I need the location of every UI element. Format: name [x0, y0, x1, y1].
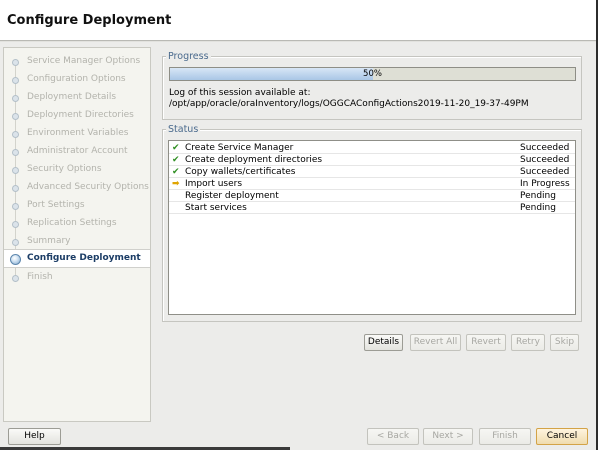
revert-button[interactable]: Revert [466, 334, 506, 351]
finish-button[interactable]: Finish [479, 428, 531, 445]
status-list: ✔ Create Service Manager Succeeded ✔ Create… [168, 140, 576, 315]
status-row: Start services Pending [169, 202, 575, 214]
steps-sidebar: Service Manager Options Configuration Op… [3, 47, 151, 422]
check-icon: ✔ [172, 155, 180, 165]
help-button[interactable]: Help [8, 428, 61, 445]
back-button[interactable]: < Back [367, 428, 419, 445]
step-dot-icon [12, 221, 19, 228]
step-environment-variables: Environment Variables [4, 125, 150, 142]
step-advanced-security-options: Advanced Security Options [4, 179, 150, 196]
retry-button[interactable]: Retry [511, 334, 545, 351]
step-dot-icon [12, 77, 19, 84]
status-row: ✔ Create deployment directories Succeeded [169, 154, 575, 166]
header-divider [0, 41, 596, 42]
progress-bar: 50% [169, 67, 576, 81]
revert-all-button[interactable]: Revert All [410, 334, 461, 351]
page-title: Configure Deployment [7, 13, 172, 28]
next-button[interactable]: Next > [423, 428, 473, 445]
step-dot-icon [12, 95, 19, 102]
step-deployment-details: Deployment Details [4, 89, 150, 106]
step-administrator-account: Administrator Account [4, 143, 150, 160]
step-security-options: Security Options [4, 161, 150, 178]
details-button[interactable]: Details [364, 334, 403, 351]
check-icon: ✔ [172, 167, 180, 177]
cancel-button[interactable]: Cancel [536, 428, 588, 445]
status-row: ✔ Create Service Manager Succeeded [169, 142, 575, 154]
step-dot-icon [12, 203, 19, 210]
status-row: Register deployment Pending [169, 190, 575, 202]
step-dot-icon [12, 149, 19, 156]
step-port-settings: Port Settings [4, 197, 150, 214]
step-service-manager-options: Service Manager Options [4, 53, 150, 70]
progress-percent-label: 50% [363, 69, 382, 79]
arrow-right-icon: ➡ [172, 179, 180, 189]
step-dot-icon [12, 275, 19, 282]
log-path-text: /opt/app/oracle/oraInventory/logs/OGGCAC… [169, 99, 529, 109]
step-dot-icon [12, 131, 19, 138]
step-finish: Finish [4, 269, 150, 286]
progress-group-title: Progress [166, 51, 211, 62]
log-location-label: Log of this session available at: [169, 88, 311, 98]
header-bar: Configure Deployment [0, 0, 596, 41]
step-dot-icon [12, 113, 19, 120]
step-summary: Summary [4, 233, 150, 250]
step-configure-deployment: Configure Deployment [4, 249, 150, 268]
step-dot-icon [12, 185, 19, 192]
step-configuration-options: Configuration Options [4, 71, 150, 88]
skip-button[interactable]: Skip [550, 334, 579, 351]
current-step-icon [10, 254, 21, 265]
step-replication-settings: Replication Settings [4, 215, 150, 232]
step-deployment-directories: Deployment Directories [4, 107, 150, 124]
step-dot-icon [12, 239, 19, 246]
step-dot-icon [12, 59, 19, 66]
status-group-title: Status [166, 124, 201, 135]
step-dot-icon [12, 167, 19, 174]
check-icon: ✔ [172, 143, 180, 153]
installer-window: Configure Deployment Service Manager Opt… [0, 0, 596, 450]
status-row: ➡ Import users In Progress [169, 178, 575, 190]
status-row: ✔ Copy wallets/certificates Succeeded [169, 166, 575, 178]
